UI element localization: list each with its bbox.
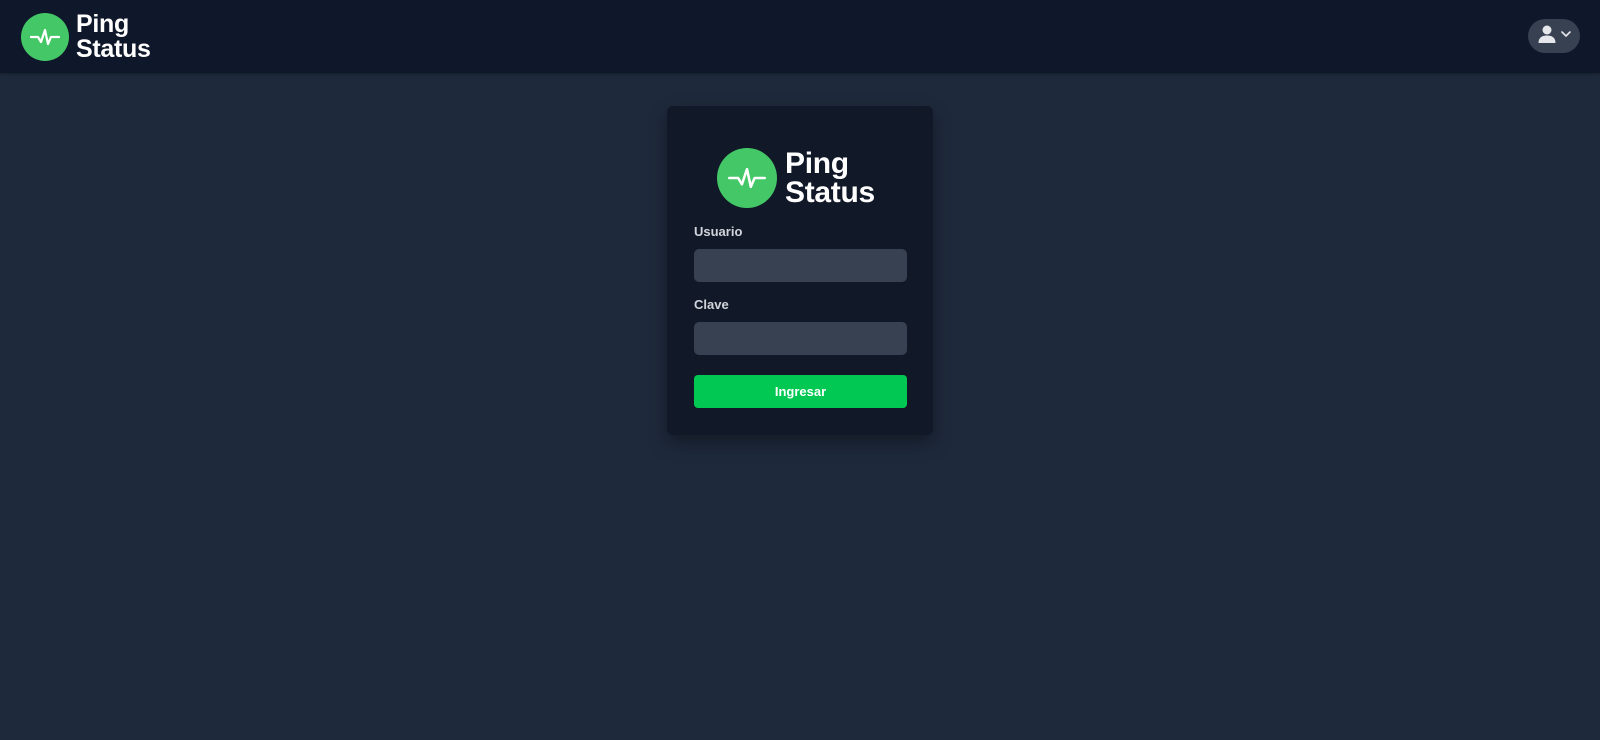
top-navbar: Ping Status bbox=[0, 0, 1600, 73]
login-logo: Ping Status bbox=[717, 148, 875, 208]
username-label: Usuario bbox=[694, 224, 743, 239]
login-brand-line2: Status bbox=[785, 176, 875, 209]
chevron-down-icon bbox=[1560, 27, 1572, 45]
username-input[interactable] bbox=[694, 249, 907, 282]
brand-name: Ping Status bbox=[76, 12, 151, 61]
login-submit-button[interactable]: Ingresar bbox=[694, 375, 907, 408]
brand-name-line2: Status bbox=[76, 34, 151, 63]
pulse-icon bbox=[717, 148, 777, 208]
login-card: Ping Status Usuario Clave Ingresar bbox=[667, 106, 933, 435]
login-brand-name: Ping Status bbox=[785, 146, 875, 209]
user-icon bbox=[1537, 24, 1557, 49]
brand-name-line1: Ping bbox=[76, 10, 129, 38]
pulse-icon bbox=[21, 12, 69, 61]
home-logo-link[interactable]: Ping Status bbox=[21, 12, 151, 61]
password-label: Clave bbox=[694, 297, 729, 312]
password-input[interactable] bbox=[694, 322, 907, 355]
user-menu-button[interactable] bbox=[1528, 19, 1580, 53]
login-brand-line1: Ping bbox=[785, 146, 849, 180]
